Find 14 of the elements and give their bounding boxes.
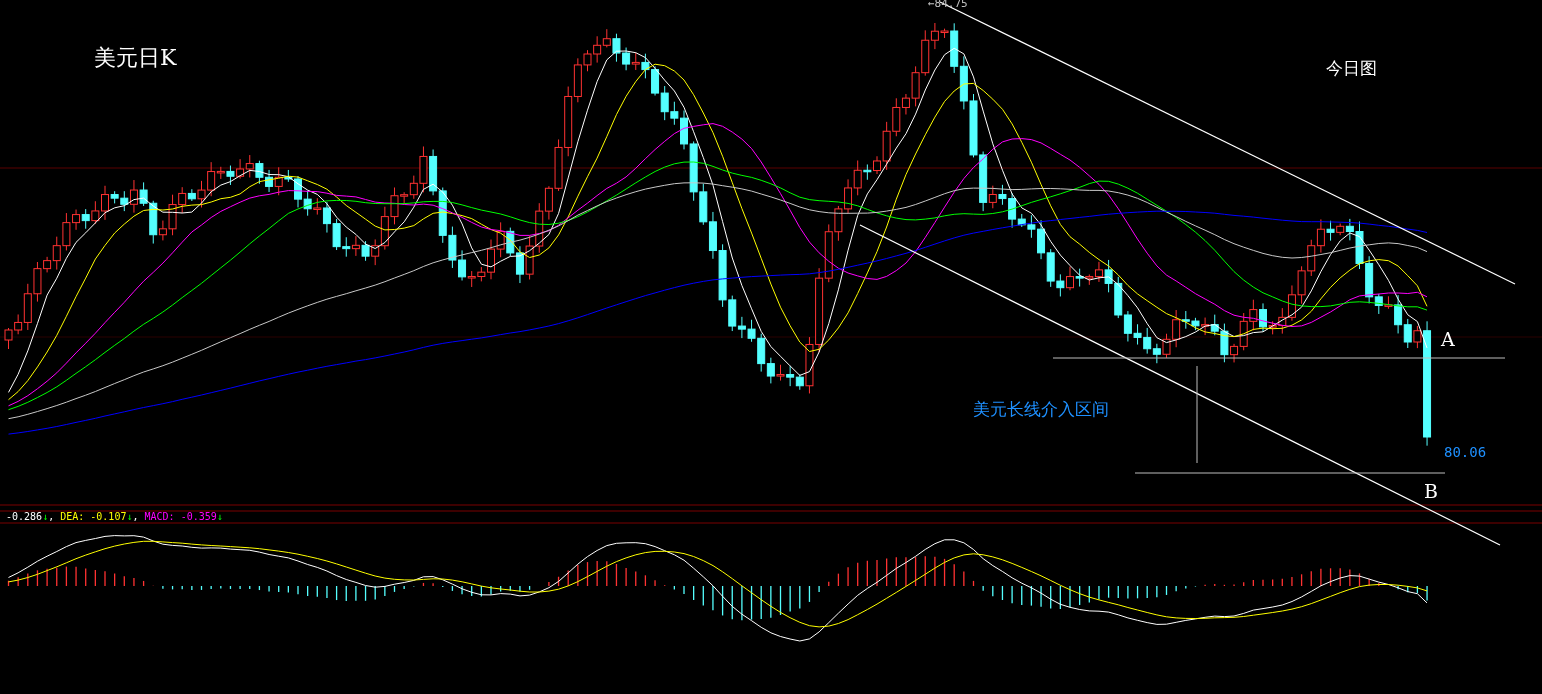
trend-arrow: ↓ (126, 512, 133, 522)
indicator-value: -0.286 (6, 512, 43, 522)
separator: , (48, 512, 56, 522)
point-label: B (1424, 482, 1438, 501)
zone-label: 美元长线介入区间 (973, 401, 1109, 418)
separator: , (132, 512, 140, 522)
indicator-value: DEA: -0.107 (60, 512, 127, 522)
chart-title: 美元日K (94, 47, 177, 69)
trend-arrow: ↓ (216, 512, 223, 522)
point-label: A (1441, 330, 1455, 349)
view-label: 今日图 (1326, 60, 1377, 77)
trend-arrow: ↓ (42, 512, 49, 522)
last-price-label: 80.06 (1444, 445, 1487, 459)
indicator-value: MACD: -0.359 (144, 512, 217, 522)
